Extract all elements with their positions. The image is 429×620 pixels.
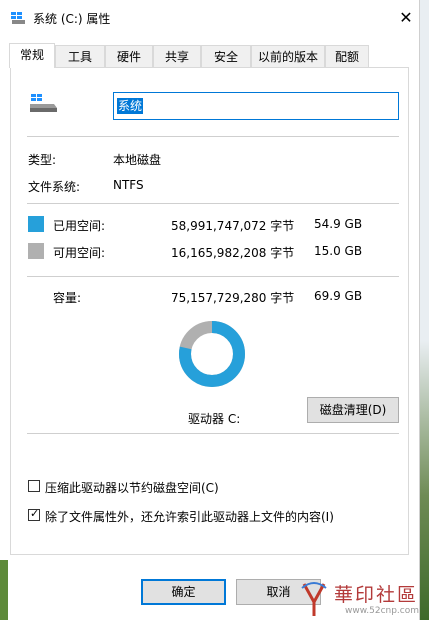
index-label[interactable]: 除了文件属性外，还允许索引此驱动器上文件的内容(I) [45, 508, 334, 525]
drive-name-input[interactable]: 系统 [113, 92, 399, 120]
tab-general[interactable]: 常规 [9, 43, 55, 68]
tab-previous-versions[interactable]: 以前的版本 [251, 45, 325, 67]
separator [27, 276, 399, 277]
used-space-label: 已用空间: [53, 219, 106, 233]
capacity-label: 容量: [53, 291, 82, 305]
close-button[interactable]: ✕ [394, 6, 418, 30]
properties-window: 系统 (C:) 属性 ✕ 常规 工具 硬件 共享 安全 以前的版本 配额 系统 … [0, 0, 420, 620]
tab-hardware[interactable]: 硬件 [105, 45, 153, 67]
free-space-swatch [28, 243, 44, 259]
compress-checkbox[interactable] [28, 480, 40, 492]
type-label: 类型: [28, 153, 57, 167]
tab-security[interactable]: 安全 [201, 45, 251, 67]
free-space-bytes: 16,165,982,208 字节 [171, 246, 295, 260]
ok-button[interactable]: 确定 [141, 579, 226, 605]
used-space-bytes: 58,991,747,072 字节 [171, 219, 295, 233]
disk-cleanup-button[interactable]: 磁盘清理(D) [307, 397, 399, 423]
tab-sharing[interactable]: 共享 [153, 45, 201, 67]
free-space-size: 15.0 GB [314, 244, 363, 258]
used-space-swatch [28, 216, 44, 232]
background-desktop [0, 560, 8, 620]
title-bar: 系统 (C:) 属性 ✕ [0, 0, 419, 36]
free-space-label: 可用空间: [53, 246, 106, 260]
window-title: 系统 (C:) 属性 [33, 12, 111, 26]
capacity-bytes: 75,157,729,280 字节 [171, 291, 295, 305]
drive-name-value: 系统 [117, 98, 144, 114]
separator [27, 203, 399, 204]
watermark-url: www.52cnp.com [345, 606, 420, 616]
separator [27, 136, 399, 137]
index-checkbox[interactable]: ✓ [28, 507, 40, 521]
filesystem-value: NTFS [113, 178, 144, 192]
compress-label[interactable]: 压缩此驱动器以节约磁盘空间(C) [45, 479, 219, 496]
drive-letter-label: 驱动器 C: [188, 412, 241, 426]
tab-strip: 常规 工具 硬件 共享 安全 以前的版本 配额 [9, 43, 409, 68]
filesystem-label: 文件系统: [28, 180, 81, 194]
drive-icon [11, 12, 25, 24]
tab-quota[interactable]: 配额 [325, 45, 369, 67]
check-icon: ✓ [30, 507, 40, 520]
background-desktop [420, 0, 429, 620]
separator [27, 433, 399, 434]
capacity-size: 69.9 GB [314, 289, 363, 303]
tab-tools[interactable]: 工具 [55, 45, 105, 67]
watermark-text: 華印社區 [334, 584, 419, 606]
type-value: 本地磁盘 [113, 153, 162, 167]
usage-donut-chart [179, 321, 245, 387]
drive-icon [30, 94, 57, 112]
used-space-size: 54.9 GB [314, 217, 363, 231]
